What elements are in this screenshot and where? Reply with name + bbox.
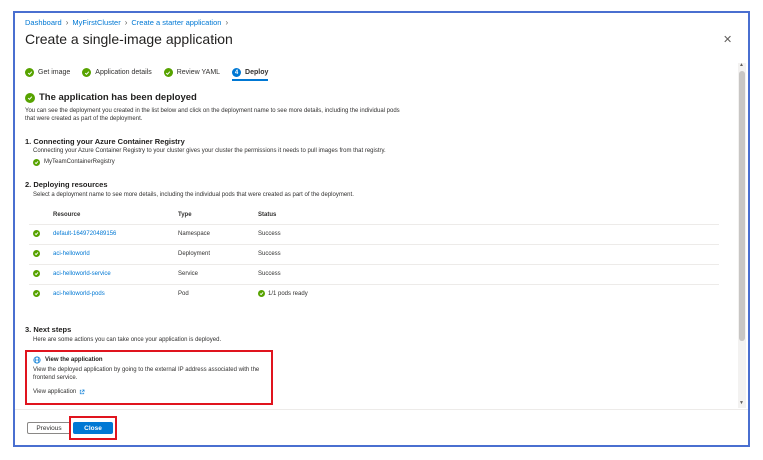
- check-circle-icon: [25, 68, 34, 77]
- check-circle-icon: [33, 230, 40, 237]
- check-circle-icon: [33, 270, 40, 277]
- close-button-highlight: [69, 416, 117, 440]
- check-circle-icon: [33, 158, 40, 166]
- resource-type: Deployment: [178, 243, 258, 264]
- wizard-steps: Get image Application details Review YAM…: [25, 68, 269, 81]
- resource-status: Success: [258, 263, 719, 284]
- check-circle-icon: [33, 290, 40, 298]
- chevron-right-icon: ›: [124, 18, 128, 27]
- deployed-description: You can see the deployment you created i…: [25, 108, 400, 122]
- resource-link[interactable]: aci-helloworld: [53, 243, 178, 264]
- globe-icon: [33, 356, 41, 364]
- resource-status: 1/1 pods ready: [268, 290, 308, 297]
- card-title-row: View the application: [33, 356, 103, 364]
- check-circle-icon: [163, 68, 173, 77]
- breadcrumb-starter-app[interactable]: Create a starter application: [131, 18, 221, 27]
- view-application-link[interactable]: View application: [33, 388, 85, 396]
- footer-divider: [15, 409, 748, 410]
- table-row: aci-helloworld-service Service Success: [29, 263, 719, 284]
- breadcrumb: Dashboard › MyFirstCluster › Create a st…: [25, 18, 228, 27]
- step-deploy[interactable]: 4 Deploy: [232, 68, 269, 81]
- column-header-type: Type: [178, 211, 192, 218]
- external-link-icon: [80, 389, 85, 395]
- card-title: View the application: [45, 357, 103, 363]
- registry-name: MyTeamContainerRegistry: [44, 159, 115, 165]
- table-row: default-1649720489156 Namespace Success: [29, 223, 719, 244]
- check-circle-icon: [258, 290, 265, 298]
- view-application-label: View application: [33, 389, 77, 395]
- step-number-badge: 4: [232, 68, 242, 77]
- registry-item: MyTeamContainerRegistry: [33, 158, 115, 166]
- check-circle-icon: [33, 250, 40, 257]
- step-label: Review YAML: [176, 69, 221, 76]
- table-row: aci-helloworld Deployment Success: [29, 243, 719, 264]
- deployed-heading-text: The application has been deployed: [39, 92, 197, 103]
- column-header-resource: Resource: [53, 211, 81, 218]
- resource-type: Service: [178, 263, 258, 284]
- table-row: aci-helloworld-pods Pod 1/1 pods ready: [29, 283, 719, 304]
- resource-status: Success: [258, 223, 719, 244]
- previous-button[interactable]: Previous: [27, 422, 71, 434]
- more-options-icon[interactable]: ···: [207, 34, 220, 45]
- deployed-heading: The application has been deployed: [25, 92, 197, 103]
- chevron-right-icon: ›: [65, 18, 69, 27]
- scroll-down-icon[interactable]: ▼: [739, 400, 744, 406]
- page-title: Create a single-image application: [25, 31, 233, 47]
- section2-heading: 2. Deploying resources: [25, 180, 108, 189]
- view-application-card: View the application View the deployed a…: [25, 350, 273, 405]
- resources-table: Resource Type Status default-16497204891…: [29, 206, 719, 304]
- section3-heading: 3. Next steps: [25, 325, 72, 334]
- step-label: Deploy: [245, 69, 269, 76]
- step-label: Application details: [95, 69, 152, 76]
- breadcrumb-cluster[interactable]: MyFirstCluster: [72, 18, 120, 27]
- scrollbar-thumb[interactable]: [739, 71, 745, 341]
- step-application-details[interactable]: Application details: [82, 68, 152, 81]
- dialog-frame: Dashboard › MyFirstCluster › Create a st…: [13, 11, 750, 447]
- section3-description: Here are some actions you can take once …: [33, 337, 222, 343]
- section1-heading: 1. Connecting your Azure Container Regis…: [25, 137, 185, 146]
- resource-link[interactable]: aci-helloworld-pods: [53, 283, 178, 304]
- resource-link[interactable]: default-1649720489156: [53, 223, 178, 244]
- resource-type: Pod: [178, 283, 258, 304]
- resource-status: Success: [258, 243, 719, 264]
- section2-description: Select a deployment name to see more det…: [33, 192, 354, 198]
- step-label: Get image: [38, 69, 71, 76]
- card-text: View the deployed application by going t…: [33, 367, 260, 381]
- pods-status: 1/1 pods ready: [258, 290, 308, 298]
- scroll-up-icon[interactable]: ▲: [739, 62, 744, 68]
- check-circle-icon: [25, 92, 35, 103]
- section1-description: Connecting your Azure Container Registry…: [33, 148, 386, 154]
- check-circle-icon: [82, 68, 92, 77]
- breadcrumb-dashboard[interactable]: Dashboard: [25, 18, 62, 27]
- column-header-status: Status: [258, 211, 277, 218]
- resource-type: Namespace: [178, 223, 258, 244]
- step-review-yaml[interactable]: Review YAML: [163, 68, 221, 81]
- step-get-image[interactable]: Get image: [25, 68, 70, 81]
- table-header-row: Resource Type Status: [29, 206, 719, 224]
- chevron-right-icon: ›: [225, 18, 229, 27]
- resource-link[interactable]: aci-helloworld-service: [53, 263, 178, 284]
- close-icon[interactable]: ✕: [723, 33, 732, 46]
